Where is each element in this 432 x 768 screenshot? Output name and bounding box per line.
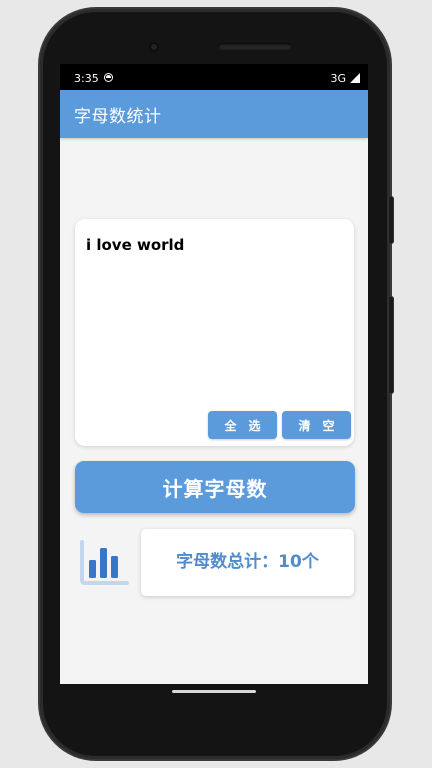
clear-button[interactable]: 清空 <box>282 411 351 439</box>
calculate-button[interactable]: 计算字母数 <box>75 461 355 513</box>
result-text: 字母数总计：10个 <box>176 552 319 572</box>
home-gesture-bar[interactable] <box>172 690 256 693</box>
status-time: 3:35 <box>74 72 99 85</box>
power-button <box>388 196 394 244</box>
text-input[interactable] <box>86 236 341 254</box>
app-title: 字母数统计 <box>74 107 162 127</box>
navigation-bar <box>60 684 368 708</box>
front-camera <box>149 42 159 52</box>
earpiece-speaker <box>218 43 292 50</box>
app-bar: 字母数统计 <box>60 90 368 138</box>
status-bar: 3:35 3G <box>60 64 368 90</box>
sync-icon <box>104 73 113 82</box>
network-type: 3G <box>330 72 346 85</box>
result-card: 字母数总计：10个 <box>141 529 354 596</box>
input-card: 全选 清空 <box>75 219 354 446</box>
app-screen: 3:35 3G 字母数统计 全选 清空 计算字母数 字母数总计：10个 <box>60 64 368 684</box>
volume-button <box>388 296 394 394</box>
signal-icon <box>350 73 360 83</box>
select-all-button[interactable]: 全选 <box>208 411 277 439</box>
bar-chart-icon <box>80 540 129 585</box>
